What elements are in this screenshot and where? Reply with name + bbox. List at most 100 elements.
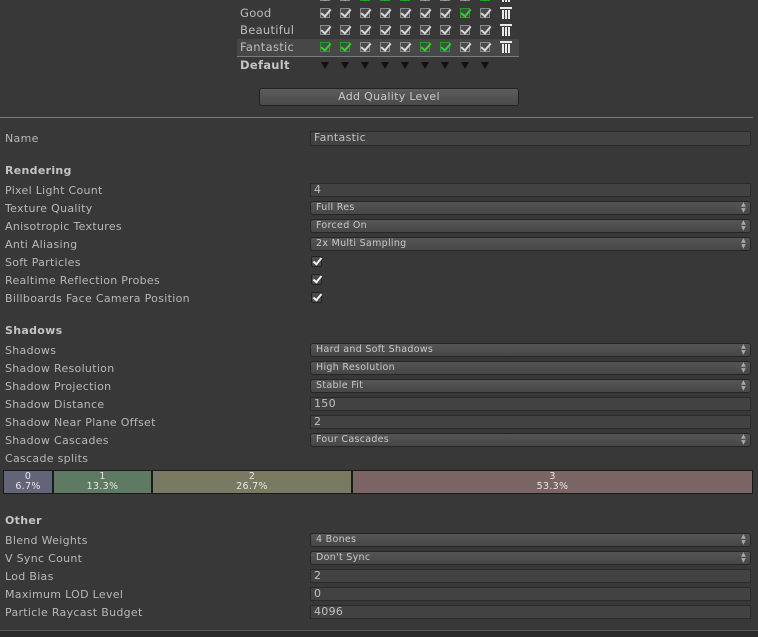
quality-level-row[interactable]: Fantastic: [237, 39, 519, 57]
cascade-segment[interactable]: 1 13.3%: [54, 471, 151, 493]
dropdown-arrows-icon: ▲ ▼: [741, 343, 746, 356]
billboards-face-camera-label: Billboards Face Camera Position: [5, 292, 190, 305]
cascade-percent: 53.3%: [536, 481, 569, 492]
maximum-lod-level-field[interactable]: 0: [310, 587, 751, 601]
realtime-reflection-probes-checkbox[interactable]: [311, 274, 322, 285]
trash-icon[interactable]: [500, 7, 512, 19]
platform-quality-checkbox[interactable]: [400, 8, 410, 18]
platform-quality-checkbox[interactable]: [340, 8, 350, 18]
platform-quality-checkbox[interactable]: [400, 0, 410, 1]
platform-quality-checkbox[interactable]: [320, 8, 330, 18]
platform-quality-checkbox[interactable]: [340, 25, 350, 35]
platform-quality-checkbox[interactable]: [380, 8, 390, 18]
default-dropdown-arrow-icon[interactable]: [321, 62, 329, 69]
soft-particles-label: Soft Particles: [5, 256, 81, 269]
texture-quality-dropdown[interactable]: Full Res ▲ ▼: [310, 201, 751, 215]
platform-quality-checkbox[interactable]: [340, 42, 350, 52]
default-dropdown-arrow-icon[interactable]: [401, 62, 409, 69]
anti-aliasing-label: Anti Aliasing: [5, 238, 78, 251]
platform-quality-checkbox[interactable]: [420, 8, 430, 18]
platform-quality-checkbox[interactable]: [440, 0, 450, 1]
blend-weights-label: Blend Weights: [5, 534, 88, 547]
platform-quality-checkbox[interactable]: [460, 42, 470, 52]
quality-level-row[interactable]: Beautiful: [237, 22, 519, 39]
platform-quality-checkbox[interactable]: [480, 42, 490, 52]
cascade-segment[interactable]: 0 6.7%: [4, 471, 52, 493]
pixel-light-count-label: Pixel Light Count: [5, 184, 103, 197]
platform-quality-checkbox[interactable]: [440, 42, 450, 52]
platform-quality-checkbox[interactable]: [360, 25, 370, 35]
billboards-face-camera-checkbox[interactable]: [311, 292, 322, 303]
cascade-segment[interactable]: 3 53.3%: [353, 471, 752, 493]
quality-level-name: Fantastic: [240, 40, 295, 54]
dropdown-arrows-icon: ▲ ▼: [741, 433, 746, 446]
shadow-distance-label: Shadow Distance: [5, 398, 105, 411]
dropdown-arrows-icon: ▲ ▼: [741, 551, 746, 564]
add-quality-level-button[interactable]: Add Quality Level: [259, 88, 519, 106]
dropdown-arrows-icon: ▲ ▼: [741, 533, 746, 546]
cascade-splits-bar[interactable]: 0 6.7% 1 13.3% 2 26.7% 3 53.3%: [3, 470, 753, 494]
shadows-dropdown[interactable]: Hard and Soft Shadows ▲ ▼: [310, 343, 751, 357]
divider: [0, 117, 753, 118]
platform-quality-checkbox[interactable]: [420, 42, 430, 52]
dropdown-arrows-icon: ▲ ▼: [741, 237, 746, 250]
default-dropdown-arrow-icon[interactable]: [381, 62, 389, 69]
platform-quality-checkbox[interactable]: [420, 0, 430, 1]
shadow-projection-value: Stable Fit: [316, 380, 364, 391]
platform-quality-checkbox[interactable]: [460, 25, 470, 35]
platform-quality-checkbox[interactable]: [440, 25, 450, 35]
pixel-light-count-field[interactable]: 4: [310, 183, 751, 197]
anti-aliasing-dropdown[interactable]: 2x Multi Sampling ▲ ▼: [310, 237, 751, 251]
platform-quality-checkbox[interactable]: [320, 0, 330, 1]
platform-quality-checkbox[interactable]: [400, 25, 410, 35]
platform-quality-checkbox[interactable]: [460, 0, 470, 1]
anisotropic-textures-label: Anisotropic Textures: [5, 220, 122, 233]
default-dropdown-arrow-icon[interactable]: [461, 62, 469, 69]
platform-quality-checkbox[interactable]: [420, 25, 430, 35]
default-dropdown-arrow-icon[interactable]: [361, 62, 369, 69]
shadow-cascades-dropdown[interactable]: Four Cascades ▲ ▼: [310, 433, 751, 447]
platform-quality-checkbox[interactable]: [480, 25, 490, 35]
shadow-projection-dropdown[interactable]: Stable Fit ▲ ▼: [310, 379, 751, 393]
trash-icon[interactable]: [500, 24, 512, 36]
particle-raycast-budget-field[interactable]: 4096: [310, 605, 751, 619]
platform-quality-checkbox[interactable]: [380, 0, 390, 1]
blend-weights-dropdown[interactable]: 4 Bones ▲ ▼: [310, 533, 751, 547]
platform-quality-checkbox[interactable]: [480, 8, 490, 18]
platform-quality-checkbox[interactable]: [360, 8, 370, 18]
shadows-label: Shadows: [5, 344, 57, 357]
shadow-projection-label: Shadow Projection: [5, 380, 112, 393]
platform-quality-checkbox[interactable]: [480, 0, 490, 1]
anisotropic-textures-dropdown[interactable]: Forced On ▲ ▼: [310, 219, 751, 233]
shadows-header: Shadows: [5, 324, 63, 337]
trash-icon[interactable]: [501, 0, 511, 2]
platform-quality-checkbox[interactable]: [320, 25, 330, 35]
platform-quality-checkbox[interactable]: [320, 42, 330, 52]
quality-level-name: Good: [240, 6, 272, 20]
default-dropdown-arrow-icon[interactable]: [341, 62, 349, 69]
platform-quality-checkbox[interactable]: [360, 42, 370, 52]
shadow-distance-field[interactable]: 150: [310, 397, 751, 411]
trash-icon[interactable]: [500, 41, 512, 53]
maximum-lod-level-label: Maximum LOD Level: [5, 588, 124, 601]
lod-bias-field[interactable]: 2: [310, 569, 751, 583]
soft-particles-checkbox[interactable]: [311, 256, 322, 267]
platform-quality-checkbox[interactable]: [460, 8, 470, 18]
shadow-near-plane-offset-field[interactable]: 2: [310, 415, 751, 429]
texture-quality-value: Full Res: [316, 202, 355, 213]
v-sync-count-dropdown[interactable]: Don't Sync ▲ ▼: [310, 551, 751, 565]
shadow-resolution-dropdown[interactable]: High Resolution ▲ ▼: [310, 361, 751, 375]
anti-aliasing-value: 2x Multi Sampling: [316, 238, 407, 249]
default-dropdown-arrow-icon[interactable]: [441, 62, 449, 69]
default-dropdown-arrow-icon[interactable]: [481, 62, 489, 69]
quality-level-row[interactable]: Good: [237, 5, 519, 22]
platform-quality-checkbox[interactable]: [360, 0, 370, 1]
platform-quality-checkbox[interactable]: [340, 0, 350, 1]
name-field[interactable]: Fantastic: [310, 131, 751, 146]
platform-quality-checkbox[interactable]: [400, 42, 410, 52]
platform-quality-checkbox[interactable]: [440, 8, 450, 18]
default-dropdown-arrow-icon[interactable]: [421, 62, 429, 69]
platform-quality-checkbox[interactable]: [380, 25, 390, 35]
platform-quality-checkbox[interactable]: [380, 42, 390, 52]
cascade-segment[interactable]: 2 26.7%: [153, 471, 351, 493]
